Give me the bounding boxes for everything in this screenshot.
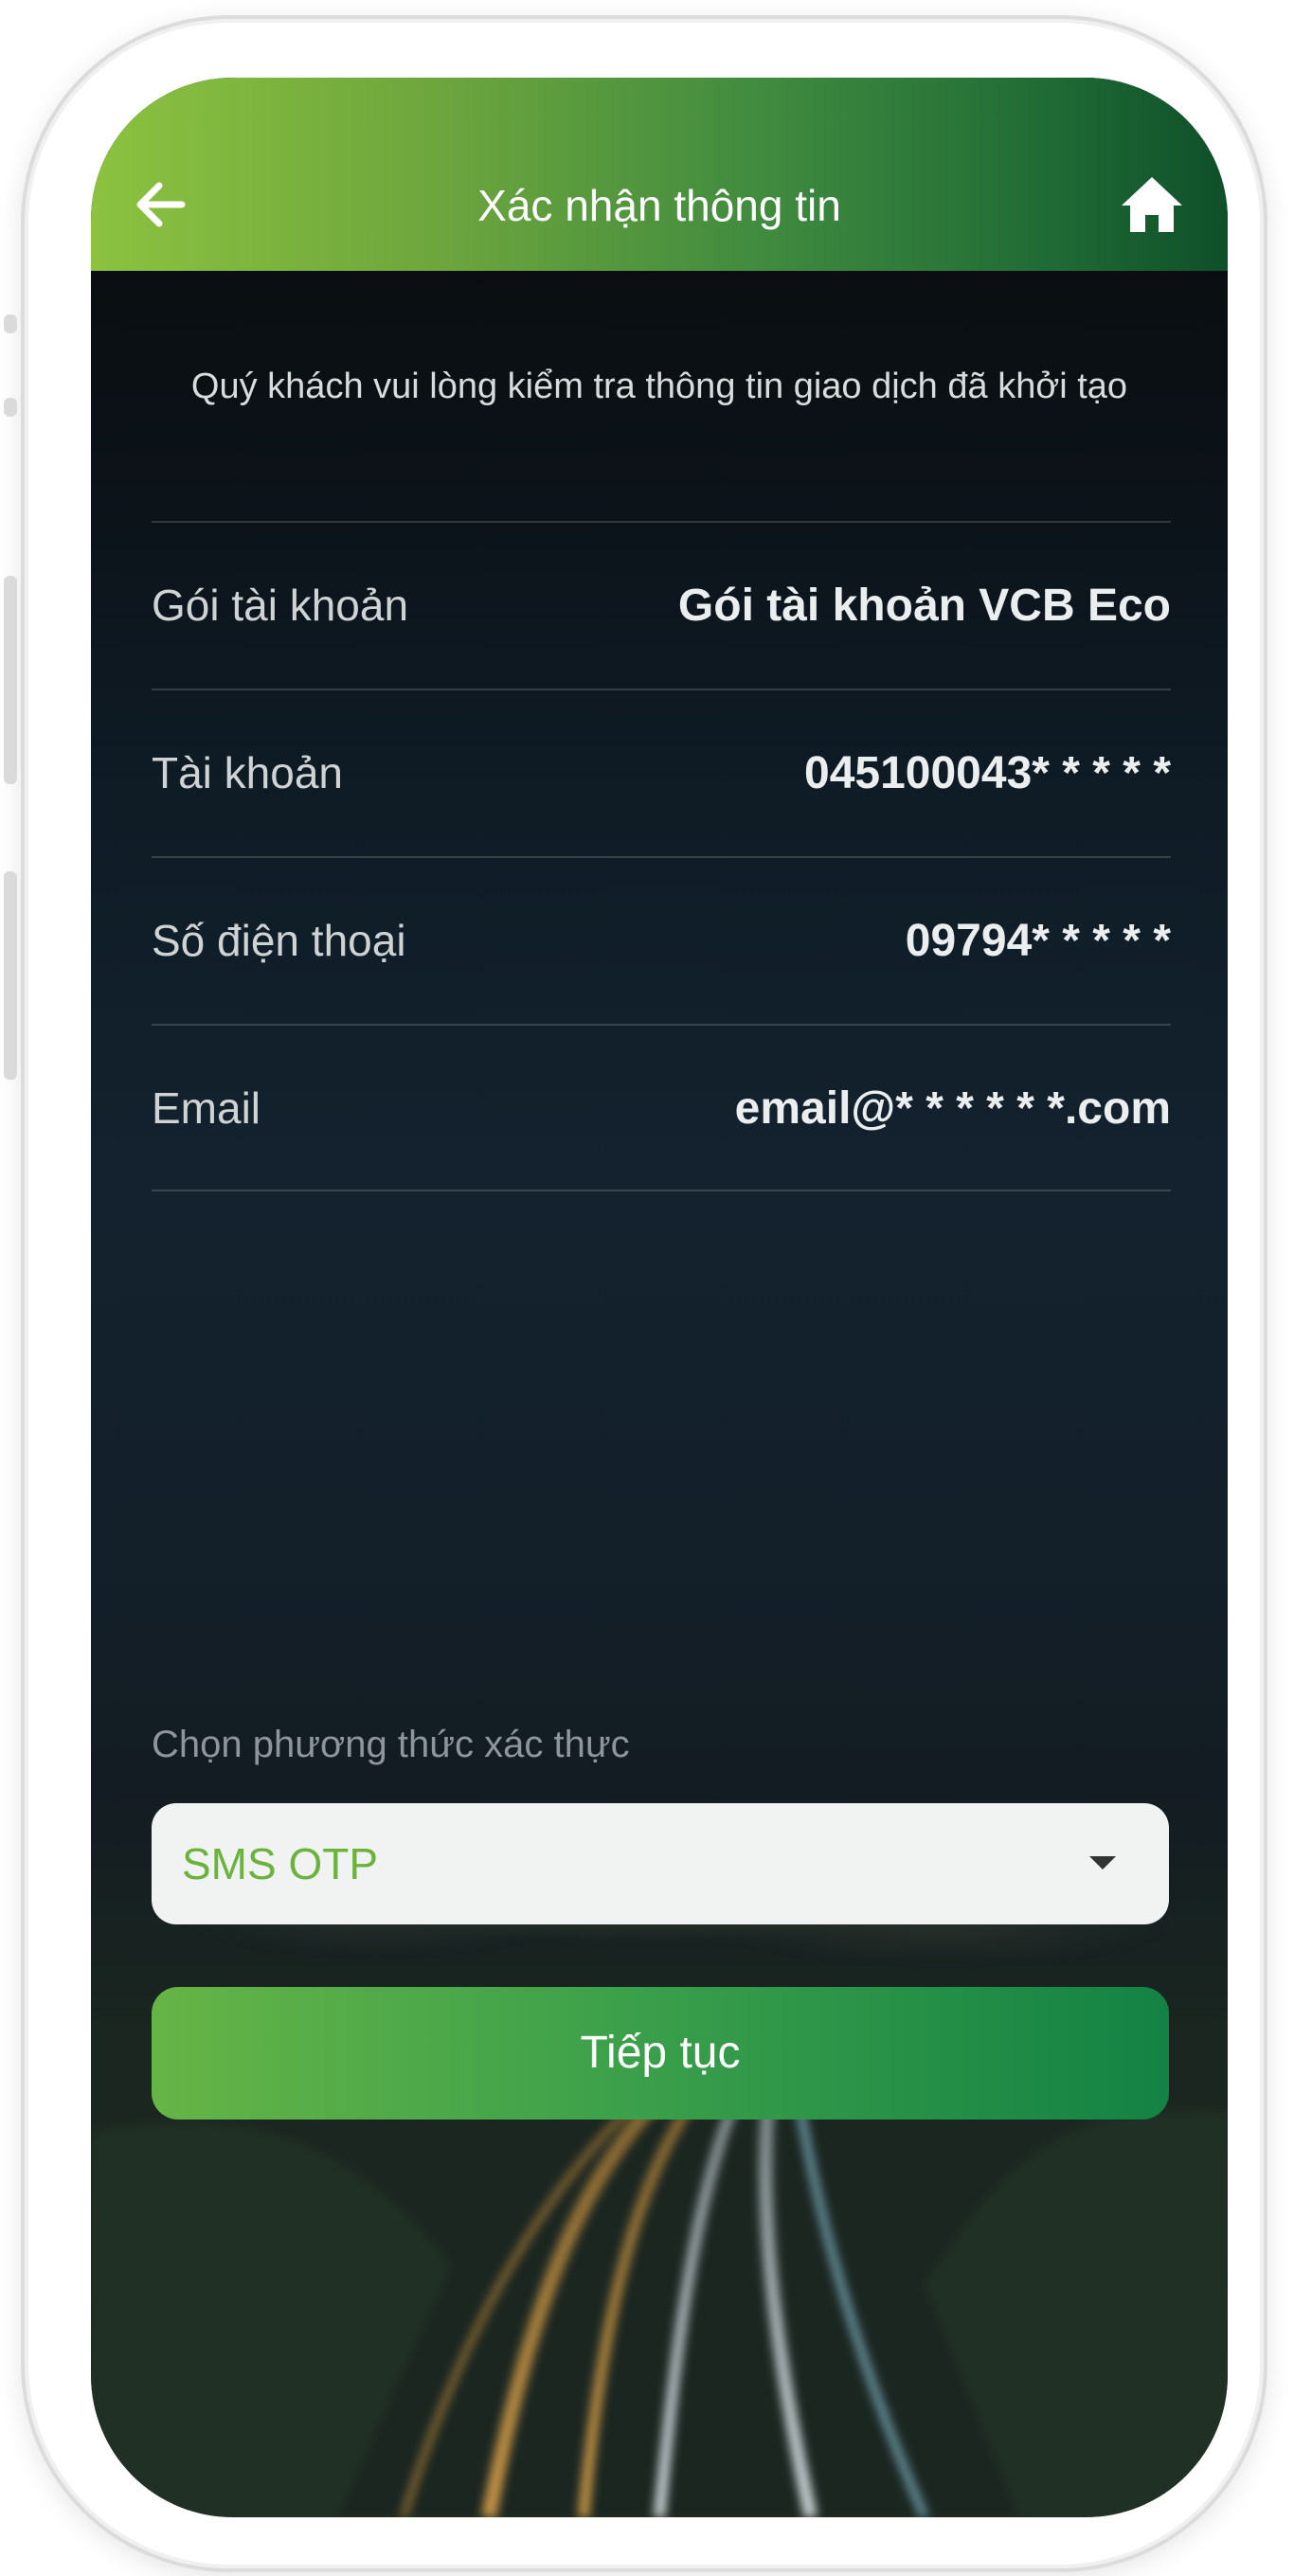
phone-side-button-top (4, 314, 17, 333)
caret-down-icon (1089, 1856, 1116, 1869)
page-title: Xác nhận thông tin (477, 181, 841, 230)
home-icon (1122, 177, 1182, 232)
info-label: Tài khoản (152, 748, 344, 797)
info-label: Email (152, 1083, 261, 1133)
auth-method-select[interactable]: SMS OTP (152, 1803, 1169, 1924)
info-value: 09794* * * * * (905, 916, 1171, 966)
phone-side-button-top-2 (4, 398, 17, 417)
transaction-info-list: Gói tài khoản Gói tài khoản VCB Eco Tài … (152, 521, 1171, 1191)
header-bar: Xác nhận thông tin (91, 78, 1228, 271)
instruction-text: Quý khách vui lòng kiểm tra thông tin gi… (190, 367, 1128, 406)
arrow-left-icon (136, 182, 186, 227)
auth-method-label: Chọn phương thức xác thực (152, 1724, 630, 1765)
continue-button[interactable]: Tiếp tục (152, 1987, 1169, 2120)
back-button[interactable] (125, 169, 197, 241)
auth-method-selected-value: SMS OTP (182, 1839, 379, 1888)
info-row-phone: Số điện thoại 09794* * * * * (152, 856, 1171, 1024)
info-value: Gói tài khoản VCB Eco (677, 581, 1171, 631)
info-label: Số điện thoại (152, 916, 406, 965)
phone-volume-down (4, 871, 17, 1080)
phone-volume-up (4, 576, 17, 784)
info-row-account-package: Gói tài khoản Gói tài khoản VCB Eco (152, 521, 1171, 689)
home-button[interactable] (1114, 169, 1190, 241)
info-label: Gói tài khoản (152, 581, 409, 630)
app-screen: Xác nhận thông tin Quý khách vui lòng ki… (91, 78, 1228, 2517)
info-value: email@* * * * * *.com (734, 1083, 1171, 1134)
info-row-account: Tài khoản 045100043* * * * * (152, 689, 1171, 856)
info-row-email: Email email@* * * * * *.com (152, 1024, 1171, 1191)
info-value: 045100043* * * * * (804, 748, 1171, 798)
